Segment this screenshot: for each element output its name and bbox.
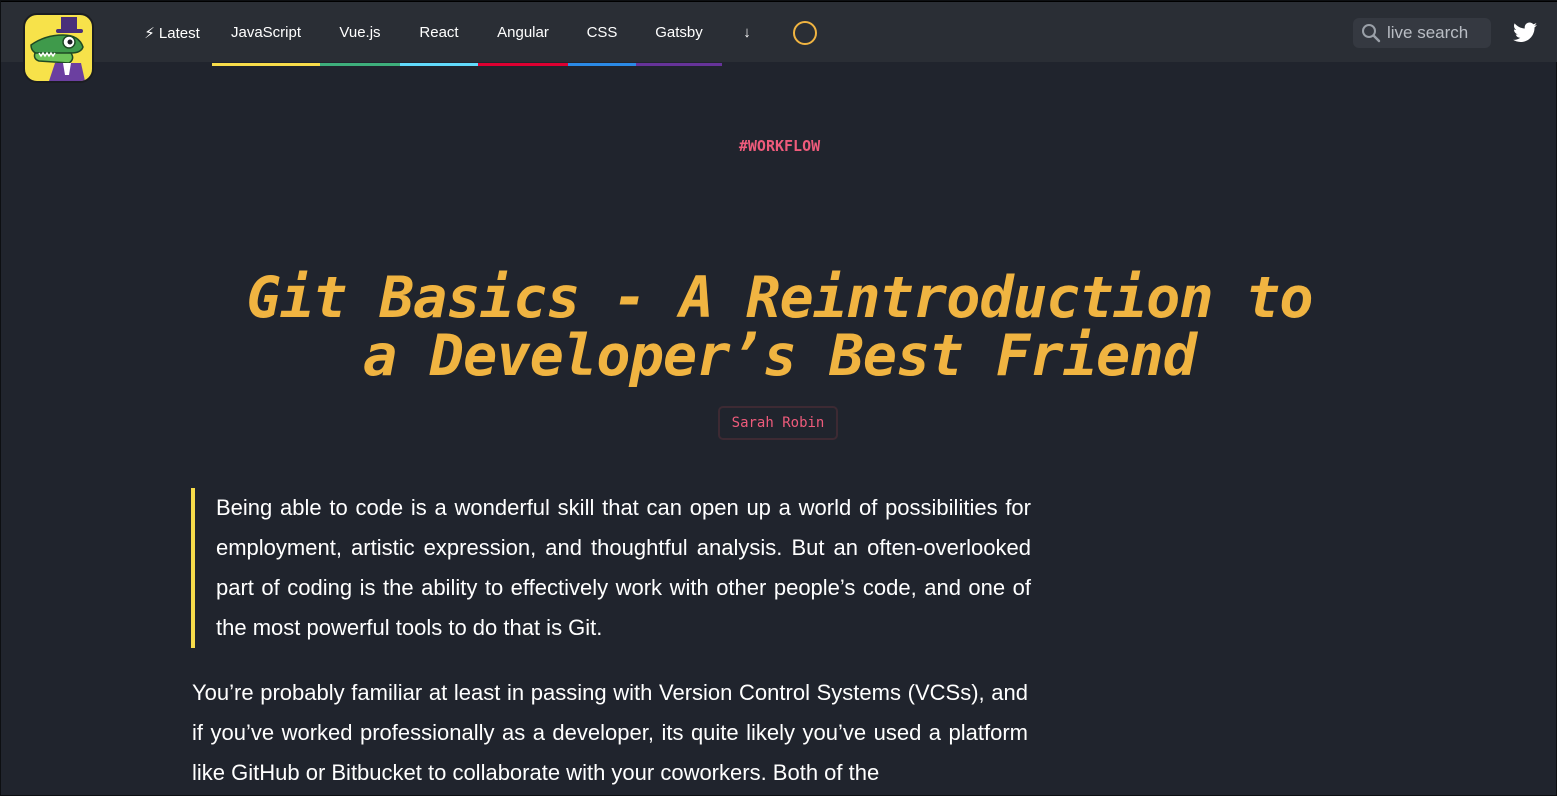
author-badge-link[interactable]: Sarah Robin [718, 406, 838, 440]
nav-item-javascript[interactable]: JavaScript [212, 2, 320, 66]
site-logo[interactable] [23, 13, 94, 83]
nav-item-label: CSS [586, 24, 618, 41]
nav-underline-angular [478, 63, 568, 66]
arrow-down-icon: ↓ [743, 24, 751, 41]
nav-item-label: Vue.js [339, 24, 381, 41]
search-icon [1362, 24, 1381, 43]
nav-item-label: JavaScript [230, 24, 302, 41]
nav-more-arrow-button[interactable]: ↓ [722, 2, 772, 66]
article-title: Git Basics - A Reintroduction to a Devel… [246, 265, 1313, 389]
nav-underline-gatsby [636, 63, 722, 66]
nav-item-vuejs[interactable]: Vue.js [320, 2, 400, 66]
nav-item-angular[interactable]: Angular [478, 2, 568, 66]
twitter-icon[interactable] [1513, 22, 1537, 43]
nav-item-label: React [419, 24, 459, 41]
search-input[interactable] [1387, 23, 1479, 43]
nav-item-react[interactable]: React [400, 2, 478, 66]
intro-text: Being able to code is a wonderful skill … [216, 495, 1031, 640]
article-paragraph: You’re probably familiar at least in pas… [192, 680, 1028, 785]
main-nav: ⚡ Latest JavaScript Vue.js React Angular… [132, 2, 772, 66]
article-tag-link[interactable]: #WORKFLOW [1, 137, 1557, 155]
top-navigation-bar: ⚡ Latest JavaScript Vue.js React Angular… [1, 1, 1557, 83]
article-intro-blockquote: Being able to code is a wonderful skill … [191, 488, 1031, 648]
search-box[interactable] [1353, 18, 1491, 48]
theme-toggle-circle-icon[interactable] [793, 21, 817, 45]
nav-item-label: Gatsby [655, 24, 703, 41]
nav-underline-react [400, 63, 478, 66]
alligator-logo-icon [30, 17, 85, 81]
nav-underline-css [568, 63, 636, 66]
nav-item-label: Angular [497, 24, 549, 41]
nav-item-label: ⚡ Latest [144, 25, 200, 42]
nav-item-css[interactable]: CSS [568, 2, 636, 66]
nav-underline-vuejs [320, 63, 400, 66]
nav-underline-javascript [212, 63, 320, 66]
nav-item-latest[interactable]: ⚡ Latest [132, 2, 212, 66]
nav-item-gatsby[interactable]: Gatsby [636, 2, 722, 66]
